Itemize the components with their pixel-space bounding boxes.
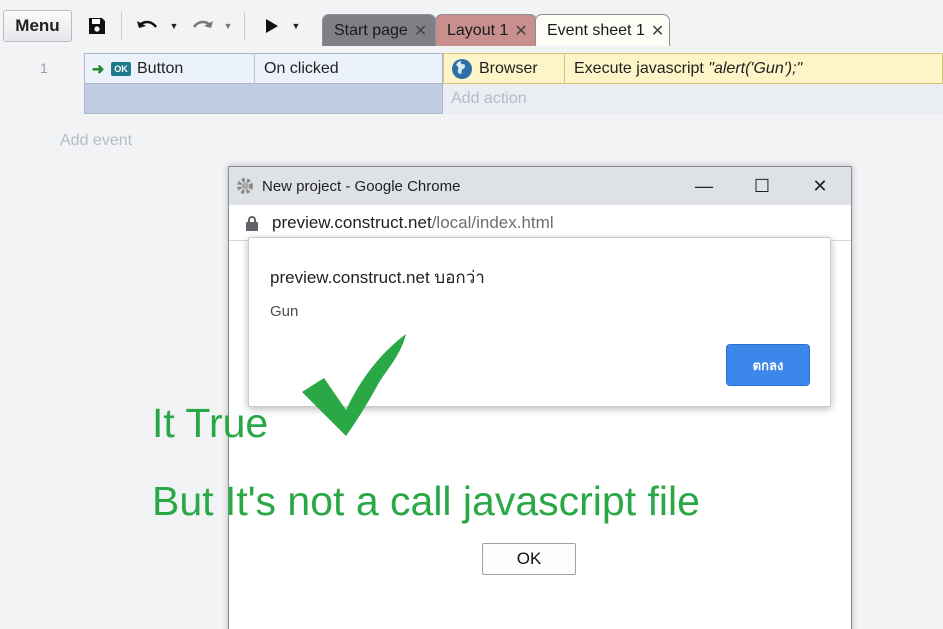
action-parameter: "alert('Gun');"	[708, 59, 803, 77]
maximize-button[interactable]: ☐	[733, 167, 791, 205]
checkmark-icon	[302, 334, 406, 436]
undo-dropdown-icon[interactable]: ▼	[168, 12, 180, 40]
alert-message: Gun	[270, 303, 299, 320]
save-icon[interactable]	[84, 12, 110, 40]
page-ok-button[interactable]: OK	[482, 543, 576, 575]
alert-ok-button[interactable]: ตกลง	[726, 344, 810, 386]
condition-object: Button	[137, 54, 255, 83]
tab-label: Start page	[334, 21, 408, 39]
tab-layout-1[interactable]: Layout 1 ✕	[435, 14, 537, 46]
globe-icon	[452, 58, 472, 79]
tab-start-page[interactable]: Start page ✕	[322, 14, 436, 46]
toolbar: Menu ▼ ▼ ▼ Start page ✕ Layout 1 ✕ Event…	[0, 0, 943, 50]
url-host: preview.construct.net	[272, 212, 432, 232]
undo-icon[interactable]	[134, 12, 162, 40]
toolbar-separator	[244, 12, 245, 40]
redo-dropdown-icon[interactable]: ▼	[222, 12, 234, 40]
address-bar[interactable]: preview.construct.net/local/index.html	[229, 205, 851, 241]
action-text: Execute javascript "alert('Gun');"	[574, 59, 803, 77]
action-row[interactable]: Browser Execute javascript "alert('Gun')…	[443, 53, 943, 84]
tab-event-sheet-1[interactable]: Event sheet 1 ✕	[535, 14, 670, 46]
gear-icon	[237, 178, 253, 194]
add-action-link[interactable]: Add action	[443, 84, 943, 114]
add-event-link[interactable]: Add event	[60, 132, 132, 150]
close-icon[interactable]: ✕	[414, 21, 427, 41]
close-icon[interactable]: ✕	[651, 21, 664, 41]
lock-icon	[246, 215, 258, 231]
window-titlebar: New project - Google Chrome — ☐ ✕	[229, 167, 851, 205]
annotation-line-2: But It's not a call javascript file	[152, 478, 700, 524]
play-icon[interactable]	[262, 12, 282, 40]
screen: Menu ▼ ▼ ▼ Start page ✕ Layout 1 ✕ Event…	[0, 0, 943, 629]
play-dropdown-icon[interactable]: ▼	[290, 12, 302, 40]
close-icon[interactable]: ✕	[514, 21, 527, 41]
arrow-right-icon: ➜	[91, 60, 105, 78]
annotation-line-1: It True	[152, 400, 269, 446]
redo-icon[interactable]	[188, 12, 216, 40]
action-object: Browser	[479, 54, 565, 83]
window-title: New project - Google Chrome	[262, 177, 461, 195]
condition-text: On clicked	[264, 59, 339, 77]
alert-title: preview.construct.net บอกว่า	[270, 268, 485, 287]
menu-button[interactable]: Menu	[3, 10, 72, 42]
close-button[interactable]: ✕	[791, 167, 849, 205]
button-object-icon: OK	[111, 61, 131, 76]
minimize-button[interactable]: —	[675, 167, 733, 205]
url-path: /local/index.html	[431, 212, 554, 232]
toolbar-separator	[121, 12, 122, 40]
tab-label: Layout 1	[447, 21, 509, 39]
event-row-number: 1	[40, 60, 48, 76]
tab-label: Event sheet 1	[547, 21, 645, 39]
condition-row[interactable]: ➜ OK Button On clicked	[84, 53, 443, 84]
